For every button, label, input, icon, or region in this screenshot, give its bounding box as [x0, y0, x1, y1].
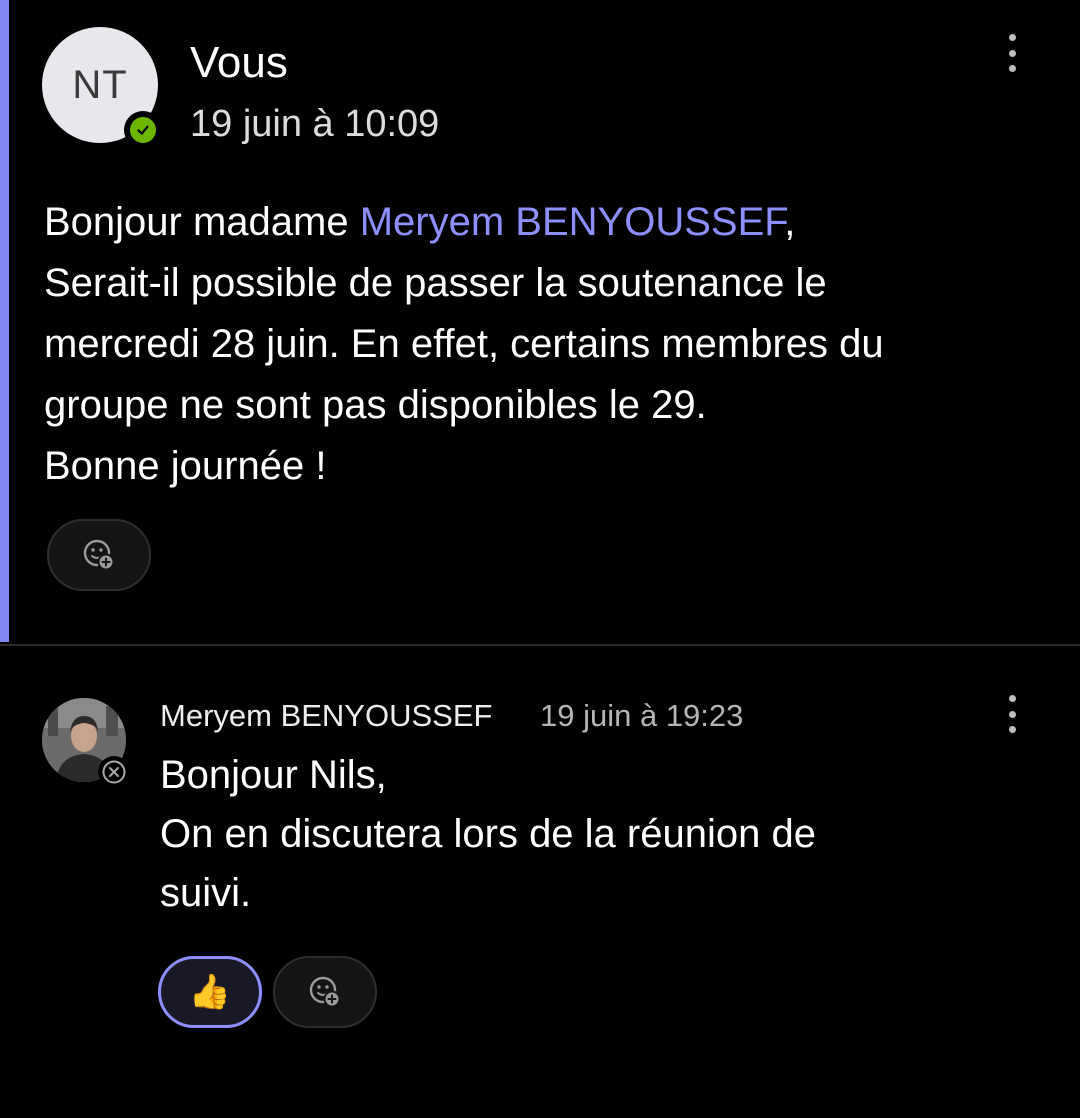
emoji-add-icon [309, 976, 341, 1008]
message-text: , [784, 200, 796, 244]
presence-available-badge [124, 111, 162, 149]
message-timestamp: 19 juin à 10:09 [190, 103, 440, 145]
message-line: groupe ne sont pas disponibles le 29. [44, 383, 707, 427]
x-circle-icon [102, 760, 126, 784]
message-timestamp: 19 juin à 19:23 [540, 698, 744, 733]
message-line: On en discutera lors de la réunion de [160, 812, 816, 856]
message-line: Bonjour madame Meryem BENYOUSSEF, [44, 192, 1044, 253]
add-reaction-button[interactable] [47, 519, 151, 591]
thumbs-up-icon: 👍 [188, 973, 232, 1011]
emoji-add-icon [83, 539, 115, 571]
message-line: mercredi 28 juin. En effet, certains mem… [44, 322, 884, 366]
message-text: Bonjour madame [44, 200, 360, 244]
message-body: Bonjour Nils, On en discutera lors de la… [160, 746, 1040, 923]
own-message-accent-bar [0, 0, 9, 642]
more-vertical-icon[interactable] [1002, 34, 1022, 72]
check-circle-icon [130, 117, 156, 143]
like-reaction-button[interactable]: 👍 [158, 956, 262, 1028]
mention-link[interactable]: Meryem BENYOUSSEF [360, 200, 785, 244]
more-vertical-icon[interactable] [1002, 695, 1022, 733]
avatar-initials: NT [72, 62, 128, 107]
message-line: suivi. [160, 871, 252, 915]
own-message-card[interactable]: NT Vous 19 juin à 10:09 Bonjour madame M… [0, 0, 1080, 642]
message-divider [0, 644, 1080, 646]
message-line: Bonne journée ! [44, 444, 327, 488]
presence-offline-badge [98, 756, 130, 788]
message-line: Bonjour Nils, [160, 753, 387, 797]
message-author: Vous [190, 38, 288, 87]
add-reaction-button[interactable] [273, 956, 377, 1028]
message-body: Bonjour madame Meryem BENYOUSSEF, Serait… [44, 192, 1044, 497]
message-author: Meryem BENYOUSSEF [160, 698, 493, 733]
message-line: Serait-il possible de passer la soutenan… [44, 261, 827, 305]
